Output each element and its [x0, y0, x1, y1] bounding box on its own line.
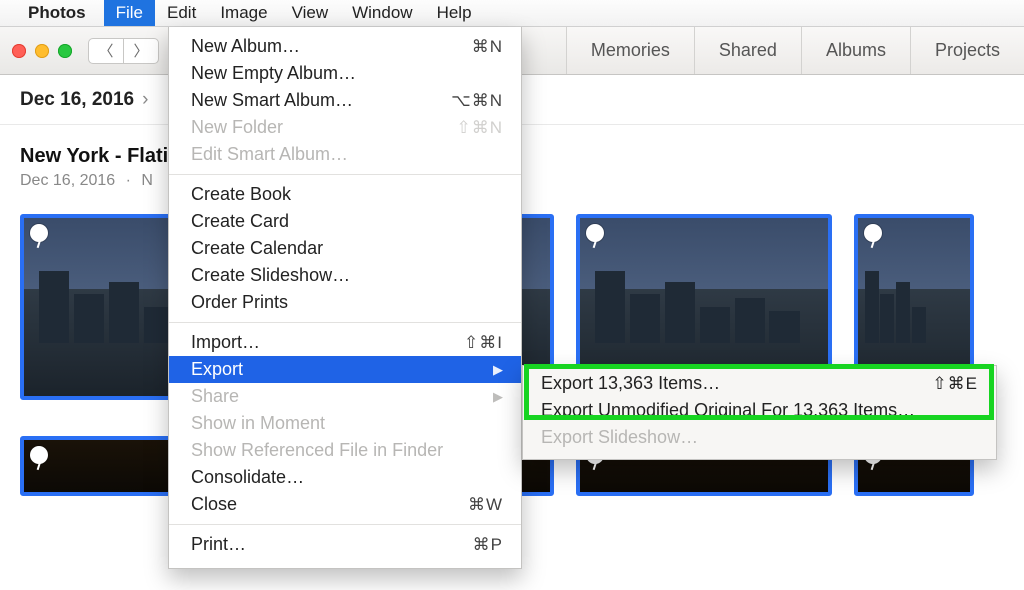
shortcut-label: ⌘P: [473, 535, 503, 555]
menuitem-close[interactable]: Close ⌘W: [169, 491, 521, 518]
view-tabs: Memories Shared Albums Projects: [566, 27, 1024, 74]
file-menu-dropdown: New Album… ⌘N New Empty Album… New Smart…: [168, 27, 522, 569]
menu-window[interactable]: Window: [340, 0, 424, 26]
menuitem-label: Export Unmodified Original For 13,363 It…: [541, 400, 915, 421]
shortcut-label: ⇧⌘N: [456, 118, 503, 138]
shortcut-label: ⇧⌘I: [464, 333, 503, 353]
shortcut-label: ⌘N: [472, 37, 503, 57]
menuitem-label: New Smart Album…: [191, 90, 353, 111]
menuitem-label: Show Referenced File in Finder: [191, 440, 443, 461]
menuitem-new-folder: New Folder ⇧⌘N: [169, 114, 521, 141]
menuitem-edit-smart-album: Edit Smart Album…: [169, 141, 521, 168]
menu-separator: [169, 174, 521, 175]
menuitem-label: Share: [191, 386, 239, 407]
menu-edit[interactable]: Edit: [155, 0, 208, 26]
menuitem-consolidate[interactable]: Consolidate…: [169, 464, 521, 491]
menu-file[interactable]: File: [104, 0, 155, 26]
menuitem-label: Create Calendar: [191, 238, 323, 259]
app-name[interactable]: Photos: [28, 3, 86, 23]
menuitem-show-in-moment: Show in Moment: [169, 410, 521, 437]
nav-buttons: 〈 〉: [88, 38, 159, 64]
close-window-button[interactable]: [12, 44, 26, 58]
menuitem-label: Create Card: [191, 211, 289, 232]
window-controls: [12, 44, 72, 58]
forward-button[interactable]: 〉: [123, 38, 159, 64]
shortcut-label: ⌘W: [468, 495, 503, 515]
shortcut-label: ⇧⌘E: [932, 374, 978, 394]
menuitem-import[interactable]: Import… ⇧⌘I: [169, 329, 521, 356]
dot-separator-icon: ·: [126, 172, 131, 189]
back-button[interactable]: 〈: [88, 38, 124, 64]
menuitem-label: Export: [191, 359, 243, 380]
menuitem-share: Share ▶: [169, 383, 521, 410]
menuitem-export[interactable]: Export ▶: [169, 356, 521, 383]
menuitem-label: New Empty Album…: [191, 63, 356, 84]
menu-separator: [169, 322, 521, 323]
location-pin-icon: [586, 224, 604, 242]
location-pin-icon: [864, 224, 882, 242]
tab-memories[interactable]: Memories: [566, 27, 694, 74]
tab-projects[interactable]: Projects: [910, 27, 1024, 74]
menuitem-show-referenced: Show Referenced File in Finder: [169, 437, 521, 464]
submenu-arrow-icon: ▶: [493, 362, 503, 378]
menuitem-order-prints[interactable]: Order Prints: [169, 289, 521, 316]
menuitem-label: Order Prints: [191, 292, 288, 313]
menu-help[interactable]: Help: [425, 0, 484, 26]
menuitem-label: Show in Moment: [191, 413, 325, 434]
location-pin-icon: [30, 224, 48, 242]
zoom-window-button[interactable]: [58, 44, 72, 58]
menu-image[interactable]: Image: [208, 0, 279, 26]
tab-albums[interactable]: Albums: [801, 27, 910, 74]
menuitem-create-calendar[interactable]: Create Calendar: [169, 235, 521, 262]
menuitem-create-book[interactable]: Create Book: [169, 181, 521, 208]
menuitem-export-slideshow: Export Slideshow…: [523, 424, 996, 451]
menuitem-create-slideshow[interactable]: Create Slideshow…: [169, 262, 521, 289]
menu-separator: [169, 524, 521, 525]
menuitem-new-empty-album[interactable]: New Empty Album…: [169, 60, 521, 87]
menuitem-label: Create Slideshow…: [191, 265, 350, 286]
moment-date: Dec 16, 2016: [20, 172, 115, 189]
menuitem-label: Create Book: [191, 184, 291, 205]
submenu-arrow-icon: ▶: [493, 389, 503, 405]
shortcut-label: ⌥⌘N: [451, 91, 503, 111]
menubar: Photos File Edit Image View Window Help: [0, 0, 1024, 27]
menuitem-label: Export Slideshow…: [541, 427, 698, 448]
menuitem-export-unmodified[interactable]: Export Unmodified Original For 13,363 It…: [523, 397, 996, 424]
menuitem-create-card[interactable]: Create Card: [169, 208, 521, 235]
chevron-right-icon: ›: [142, 89, 148, 111]
menuitem-label: New Folder: [191, 117, 283, 138]
menuitem-label: New Album…: [191, 36, 300, 57]
menuitem-label: Print…: [191, 534, 246, 555]
menuitem-label: Close: [191, 494, 237, 515]
tab-shared[interactable]: Shared: [694, 27, 801, 74]
menuitem-label: Import…: [191, 332, 260, 353]
menuitem-new-smart-album[interactable]: New Smart Album… ⌥⌘N: [169, 87, 521, 114]
menuitem-label: Consolidate…: [191, 467, 304, 488]
menuitem-export-items[interactable]: Export 13,363 Items… ⇧⌘E: [523, 370, 996, 397]
menu-view[interactable]: View: [280, 0, 341, 26]
menuitem-label: Export 13,363 Items…: [541, 373, 720, 394]
location-pin-icon: [30, 446, 48, 464]
breadcrumb-date: Dec 16, 2016: [20, 89, 134, 111]
menuitem-print[interactable]: Print… ⌘P: [169, 531, 521, 558]
minimize-window-button[interactable]: [35, 44, 49, 58]
export-submenu: Export 13,363 Items… ⇧⌘E Export Unmodifi…: [522, 365, 997, 460]
moment-place: N: [141, 172, 153, 189]
menuitem-label: Edit Smart Album…: [191, 144, 348, 165]
menuitem-new-album[interactable]: New Album… ⌘N: [169, 33, 521, 60]
